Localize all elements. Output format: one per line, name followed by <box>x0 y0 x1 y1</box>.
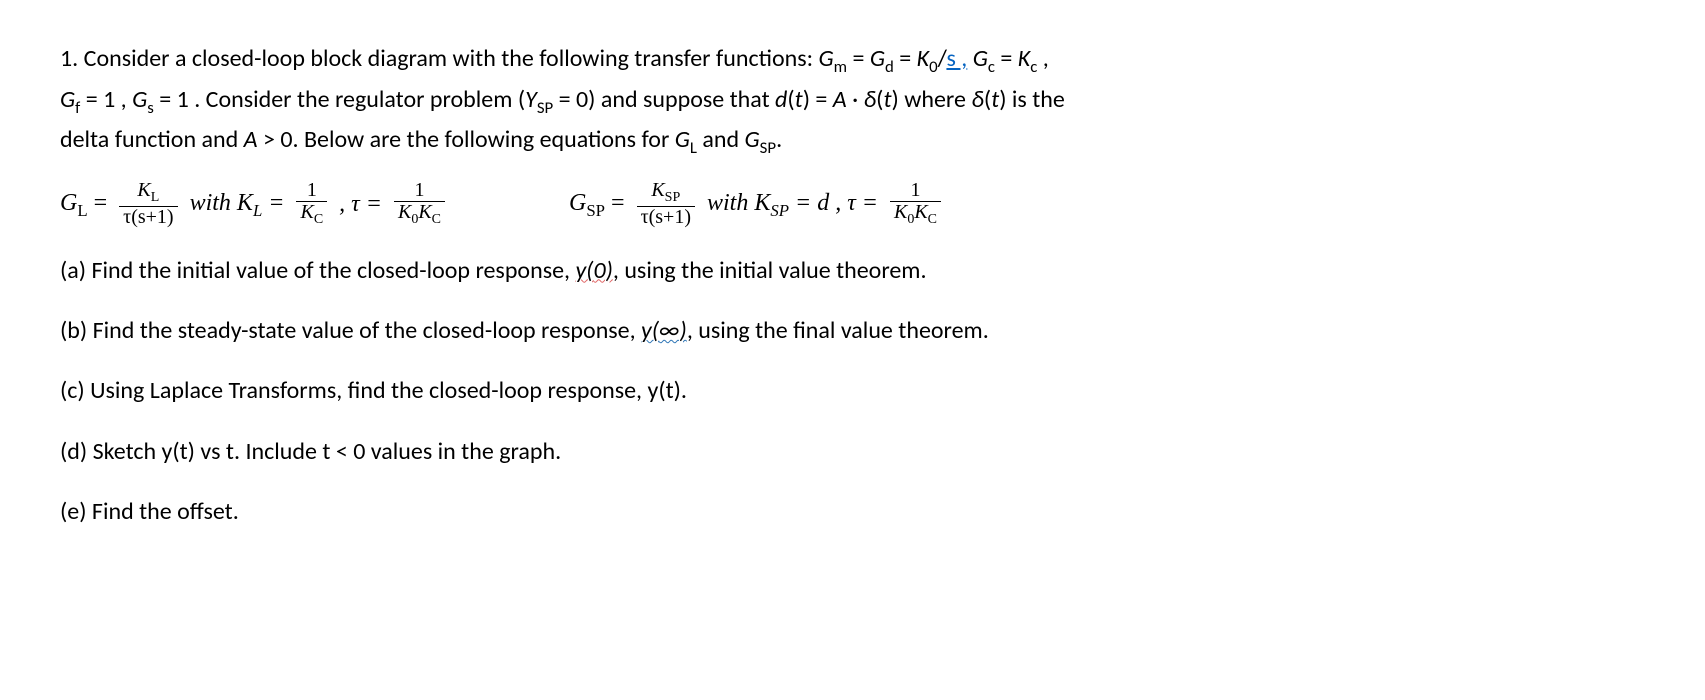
A: A <box>833 85 847 114</box>
tf-gc: G <box>973 44 988 73</box>
part-e: (e) Find the offset. <box>60 493 1645 531</box>
gl-kl-den-sub: C <box>314 212 323 227</box>
gsp-with-text: with K <box>707 190 770 216</box>
tf-gd: G <box>870 44 885 73</box>
gl-ref: G <box>675 125 690 154</box>
dt-t: t <box>795 85 803 114</box>
gl-fraction: KL τ(s+1) <box>119 180 177 228</box>
gl-tau-den-subC: C <box>432 212 441 227</box>
gl-tau: , τ = <box>339 185 382 223</box>
delta-t: t <box>883 85 891 114</box>
gsp-tau-fraction: 1 K0KC <box>890 180 941 228</box>
gsp-fraction: KSP τ(s+1) <box>637 180 695 228</box>
gl-tau-fraction: 1 K0KC <box>394 180 445 228</box>
gl-den: τ(s+1) <box>119 206 177 228</box>
ysp: Y <box>525 85 537 114</box>
part-b-yinf: y(∞) <box>641 316 687 345</box>
gl-kl-den: K <box>300 201 313 223</box>
gl-tau-num: 1 <box>410 180 428 201</box>
equation-gsp: GSP = KSP τ(s+1) with KSP = d , τ = 1 K0… <box>569 180 945 228</box>
gsp-ref: G <box>745 125 760 154</box>
delta2-t: t <box>991 85 999 114</box>
gl-tau-den-b: K <box>418 201 431 223</box>
gsp-tau-num: 1 <box>907 180 925 201</box>
part-b-pre: (b) Find the steady-state value of the c… <box>60 316 641 345</box>
part-d: (d) Sketch y(t) vs t. Include t < 0 valu… <box>60 433 1645 471</box>
gsp-tau-den-b: K <box>914 201 927 223</box>
gsp-num-sub: SP <box>665 190 681 205</box>
equation-row: GL = KL τ(s+1) with KL = 1 KC , τ = 1 K0… <box>60 180 1645 228</box>
part-a-post: , using the initial value theorem. <box>613 256 927 285</box>
problem-statement: 1. Consider a closed-loop block diagram … <box>60 40 1645 162</box>
gl-with: with KL = <box>190 184 285 225</box>
part-c: (c) Using Laplace Transforms, find the c… <box>60 372 1645 410</box>
gl-num: K <box>137 179 150 201</box>
gl-lhs-sub: L <box>77 200 87 219</box>
part-a-pre: (a) Find the initial value of the closed… <box>60 256 575 285</box>
gsp-eq: = <box>611 190 625 216</box>
gsp-num: K <box>651 179 664 201</box>
part-b: (b) Find the steady-state value of the c… <box>60 312 1645 350</box>
delta2: δ <box>971 85 984 114</box>
gl-with-text: with K <box>190 190 253 216</box>
gl-kl-num: 1 <box>303 180 321 201</box>
A2: A <box>244 125 258 154</box>
gsp-with-sub: SP <box>770 200 789 219</box>
tf-gm: G <box>819 44 834 73</box>
gsp-ref-sub: SP <box>760 137 776 158</box>
equation-gl: GL = KL τ(s+1) with KL = 1 KC , τ = 1 K0… <box>60 180 449 228</box>
tf-k0-sub: 0 <box>929 56 938 77</box>
tf-kc-sub: c <box>1030 56 1037 77</box>
part-b-post: , using the final value theorem. <box>687 316 989 345</box>
delta: δ <box>864 85 877 114</box>
gl-eq: = <box>94 190 108 216</box>
dt: d <box>775 85 787 114</box>
intro-text: Consider a closed-loop block diagram wit… <box>84 44 819 73</box>
tf-k0: K <box>917 44 929 73</box>
tf-gd-sub: d <box>885 56 894 77</box>
gsp-lhs: G <box>569 190 586 216</box>
tf-gf-sub: f <box>75 96 80 117</box>
tf-gc-sub: c <box>988 56 995 77</box>
ysp-sub: SP <box>537 96 553 117</box>
tf-gf: G <box>60 85 75 114</box>
gl-lhs: G <box>60 190 77 216</box>
gl-ref-sub: L <box>690 137 697 158</box>
parts-list: (a) Find the initial value of the closed… <box>60 252 1645 532</box>
gl-eq2: = <box>268 190 284 216</box>
hyperlink-s[interactable]: s , <box>946 44 967 73</box>
problem-number: 1. <box>60 44 78 73</box>
gl-with-sub: L <box>253 200 262 219</box>
gsp-tau-den-subC: C <box>928 212 937 227</box>
gl-kl-fraction: 1 KC <box>296 180 327 228</box>
tf-gs-sub: s <box>147 96 154 117</box>
gsp-den: τ(s+1) <box>637 206 695 228</box>
part-a-y0: y(0) <box>575 256 612 285</box>
part-a: (a) Find the initial value of the closed… <box>60 252 1645 290</box>
gsp-tau-den-a: K <box>894 201 907 223</box>
tf-kc: K <box>1018 44 1030 73</box>
gl-num-sub: L <box>151 190 160 205</box>
tf-gs: G <box>132 85 147 114</box>
gsp-eq2: = d , τ = <box>795 190 878 216</box>
gsp-lhs-sub: SP <box>586 200 605 219</box>
tf-gm-sub: m <box>834 56 847 77</box>
gl-tau-den-a: K <box>398 201 411 223</box>
gsp-with: with KSP = d , τ = <box>707 184 878 225</box>
